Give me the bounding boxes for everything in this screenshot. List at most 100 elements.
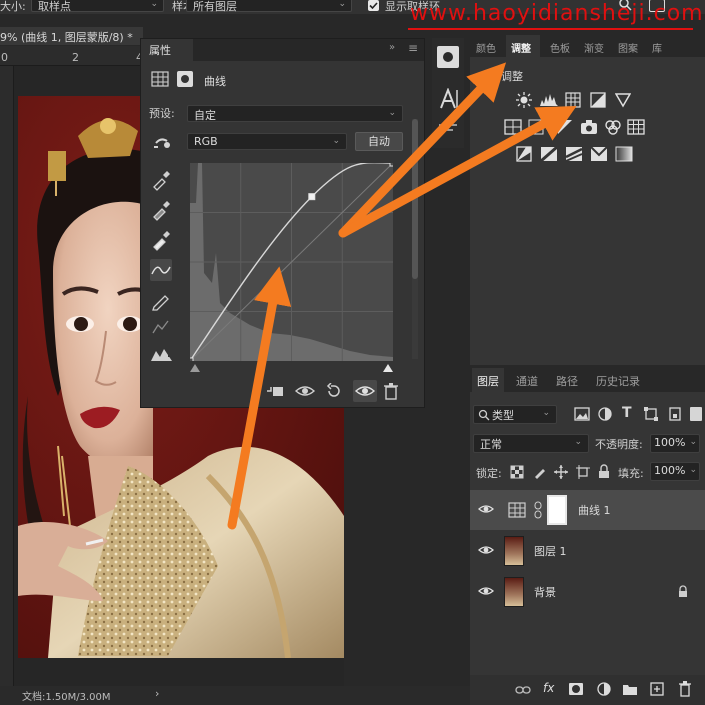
filter-shape-icon[interactable] — [644, 407, 658, 424]
trash-icon[interactable] — [383, 382, 399, 403]
chain-link-icon[interactable] — [534, 501, 542, 522]
invert-icon[interactable] — [516, 146, 532, 162]
white-point-eyedropper-icon[interactable] — [150, 229, 172, 251]
pencil-icon[interactable] — [150, 289, 172, 311]
curve-control-point[interactable] — [308, 193, 316, 201]
tab-swatches[interactable]: 色板 — [550, 40, 570, 55]
tab-libraries[interactable]: 库 — [652, 40, 662, 55]
lock-all-icon[interactable] — [598, 464, 610, 482]
link-layers-icon[interactable] — [515, 684, 531, 699]
threshold-icon[interactable] — [565, 146, 583, 162]
visibility-toggle-button[interactable] — [353, 380, 377, 402]
black-point-eyedropper-icon[interactable] — [150, 169, 172, 191]
tab-adjustments[interactable]: 调整 — [511, 40, 531, 55]
lock-pixels-icon[interactable] — [533, 465, 547, 482]
filter-smart-object-icon[interactable] — [668, 407, 682, 424]
paragraph-panel-icon[interactable] — [437, 122, 459, 139]
lock-artboard-icon[interactable] — [576, 465, 590, 482]
clipping-warning-icon[interactable] — [150, 345, 172, 367]
preset-select[interactable]: 自定 ⌄ — [187, 105, 403, 122]
eye-icon[interactable] — [478, 584, 494, 598]
smooth-curve-icon[interactable] — [150, 317, 172, 339]
show-ring-checkbox[interactable] — [368, 0, 379, 11]
tab-patterns[interactable]: 图案 — [618, 40, 638, 55]
sample-size-select[interactable]: 取样点 ⌄ — [31, 0, 164, 13]
exposure-icon[interactable] — [590, 92, 606, 108]
clip-to-layer-icon[interactable] — [265, 384, 285, 401]
eye-icon[interactable] — [478, 543, 494, 557]
layer-row-layer1[interactable]: 图层 1 — [470, 531, 705, 571]
curve-control-point[interactable] — [389, 159, 397, 167]
collapse-panel-button[interactable]: » — [389, 42, 395, 53]
document-size-info: 文档:1.50M/3.00M — [22, 692, 111, 703]
layer-name[interactable]: 图层 1 — [534, 543, 567, 559]
tab-properties[interactable]: 属性 — [141, 39, 193, 61]
tab-color[interactable]: 颜色 — [476, 40, 496, 55]
status-menu-chevron[interactable]: › — [155, 687, 159, 700]
blend-mode-select[interactable]: 正常 ⌄ — [473, 434, 589, 453]
new-adjustment-icon[interactable] — [597, 682, 611, 699]
panel-menu-button[interactable]: ≡ — [408, 41, 418, 55]
gradient-map-icon[interactable] — [615, 146, 633, 162]
hue-saturation-icon[interactable] — [504, 119, 522, 135]
layer-name[interactable]: 背景 — [534, 584, 556, 600]
filter-type-icon[interactable]: T — [622, 405, 632, 421]
character-panel-icon[interactable] — [437, 87, 459, 113]
posterize-icon[interactable] — [540, 145, 558, 163]
fill-input[interactable]: 100% ⌄ — [650, 462, 700, 481]
levels-icon[interactable] — [540, 92, 558, 108]
auto-button[interactable]: 自动 — [355, 132, 403, 151]
lock-transparent-icon[interactable] — [510, 465, 524, 482]
curve-control-point[interactable] — [186, 357, 194, 365]
brightness-contrast-icon[interactable] — [516, 92, 532, 108]
tab-gradients[interactable]: 渐变 — [584, 40, 604, 55]
filter-pixel-icon[interactable] — [574, 407, 590, 424]
delete-layer-icon[interactable] — [678, 681, 692, 700]
reset-icon[interactable] — [325, 382, 343, 402]
channel-select[interactable]: RGB ⌄ — [187, 133, 347, 150]
fx-button[interactable]: fx — [543, 681, 554, 695]
vibrance-icon[interactable] — [614, 92, 632, 108]
tab-channels[interactable]: 通道 — [516, 373, 538, 389]
sample-value: 所有图层 — [193, 0, 237, 13]
ruler-mark: 2 — [72, 51, 79, 64]
opacity-value: 100% — [654, 436, 686, 449]
sample-select[interactable]: 所有图层 ⌄ — [186, 0, 352, 13]
document-tab[interactable]: 9% (曲线 1, 图层蒙版/8) * — [0, 27, 143, 45]
curves-icon[interactable] — [565, 92, 581, 108]
layer-row-curves[interactable]: 曲线 1 — [470, 490, 705, 530]
tab-history[interactable]: 历史记录 — [596, 373, 640, 389]
tab-layers[interactable]: 图层 — [477, 373, 499, 389]
channel-mixer-icon[interactable] — [604, 119, 621, 135]
edit-points-curve-icon[interactable] — [150, 259, 172, 281]
swatch-panel-icon[interactable] — [437, 46, 459, 68]
tab-paths[interactable]: 路径 — [556, 373, 578, 389]
layer-row-background[interactable]: 背景 — [470, 572, 705, 612]
layer-name[interactable]: 曲线 1 — [578, 502, 611, 518]
photo-filter-icon[interactable] — [580, 119, 597, 135]
layer-mask-thumbnail[interactable] — [547, 495, 567, 525]
curves-graph[interactable] — [186, 159, 397, 365]
new-group-icon[interactable] — [622, 683, 638, 699]
filter-toggle-icon[interactable] — [690, 407, 702, 421]
view-previous-state-icon[interactable] — [294, 383, 316, 402]
new-layer-icon[interactable] — [650, 682, 664, 699]
opacity-input[interactable]: 100% ⌄ — [650, 434, 700, 453]
color-balance-icon[interactable] — [528, 119, 544, 135]
color-lookup-icon[interactable] — [627, 119, 645, 135]
layer-filter-select[interactable]: 类型 ⌄ — [473, 405, 557, 424]
chevron-down-icon: ⌄ — [689, 437, 697, 447]
black-white-icon[interactable] — [557, 119, 573, 135]
selective-color-icon[interactable] — [590, 146, 608, 162]
gray-point-eyedropper-icon[interactable] — [150, 199, 172, 221]
add-mask-icon[interactable] — [569, 683, 583, 695]
black-slider-handle[interactable] — [190, 364, 200, 372]
eye-icon[interactable] — [478, 502, 494, 516]
properties-scroll-thumb[interactable] — [412, 119, 418, 279]
layer-mask-icon[interactable] — [177, 71, 193, 87]
filter-adjustment-icon[interactable] — [598, 407, 612, 424]
input-slider[interactable] — [190, 362, 393, 372]
chevron-down-icon: ⌄ — [574, 437, 582, 447]
lock-position-icon[interactable] — [554, 465, 568, 482]
white-slider-handle[interactable] — [383, 364, 393, 372]
